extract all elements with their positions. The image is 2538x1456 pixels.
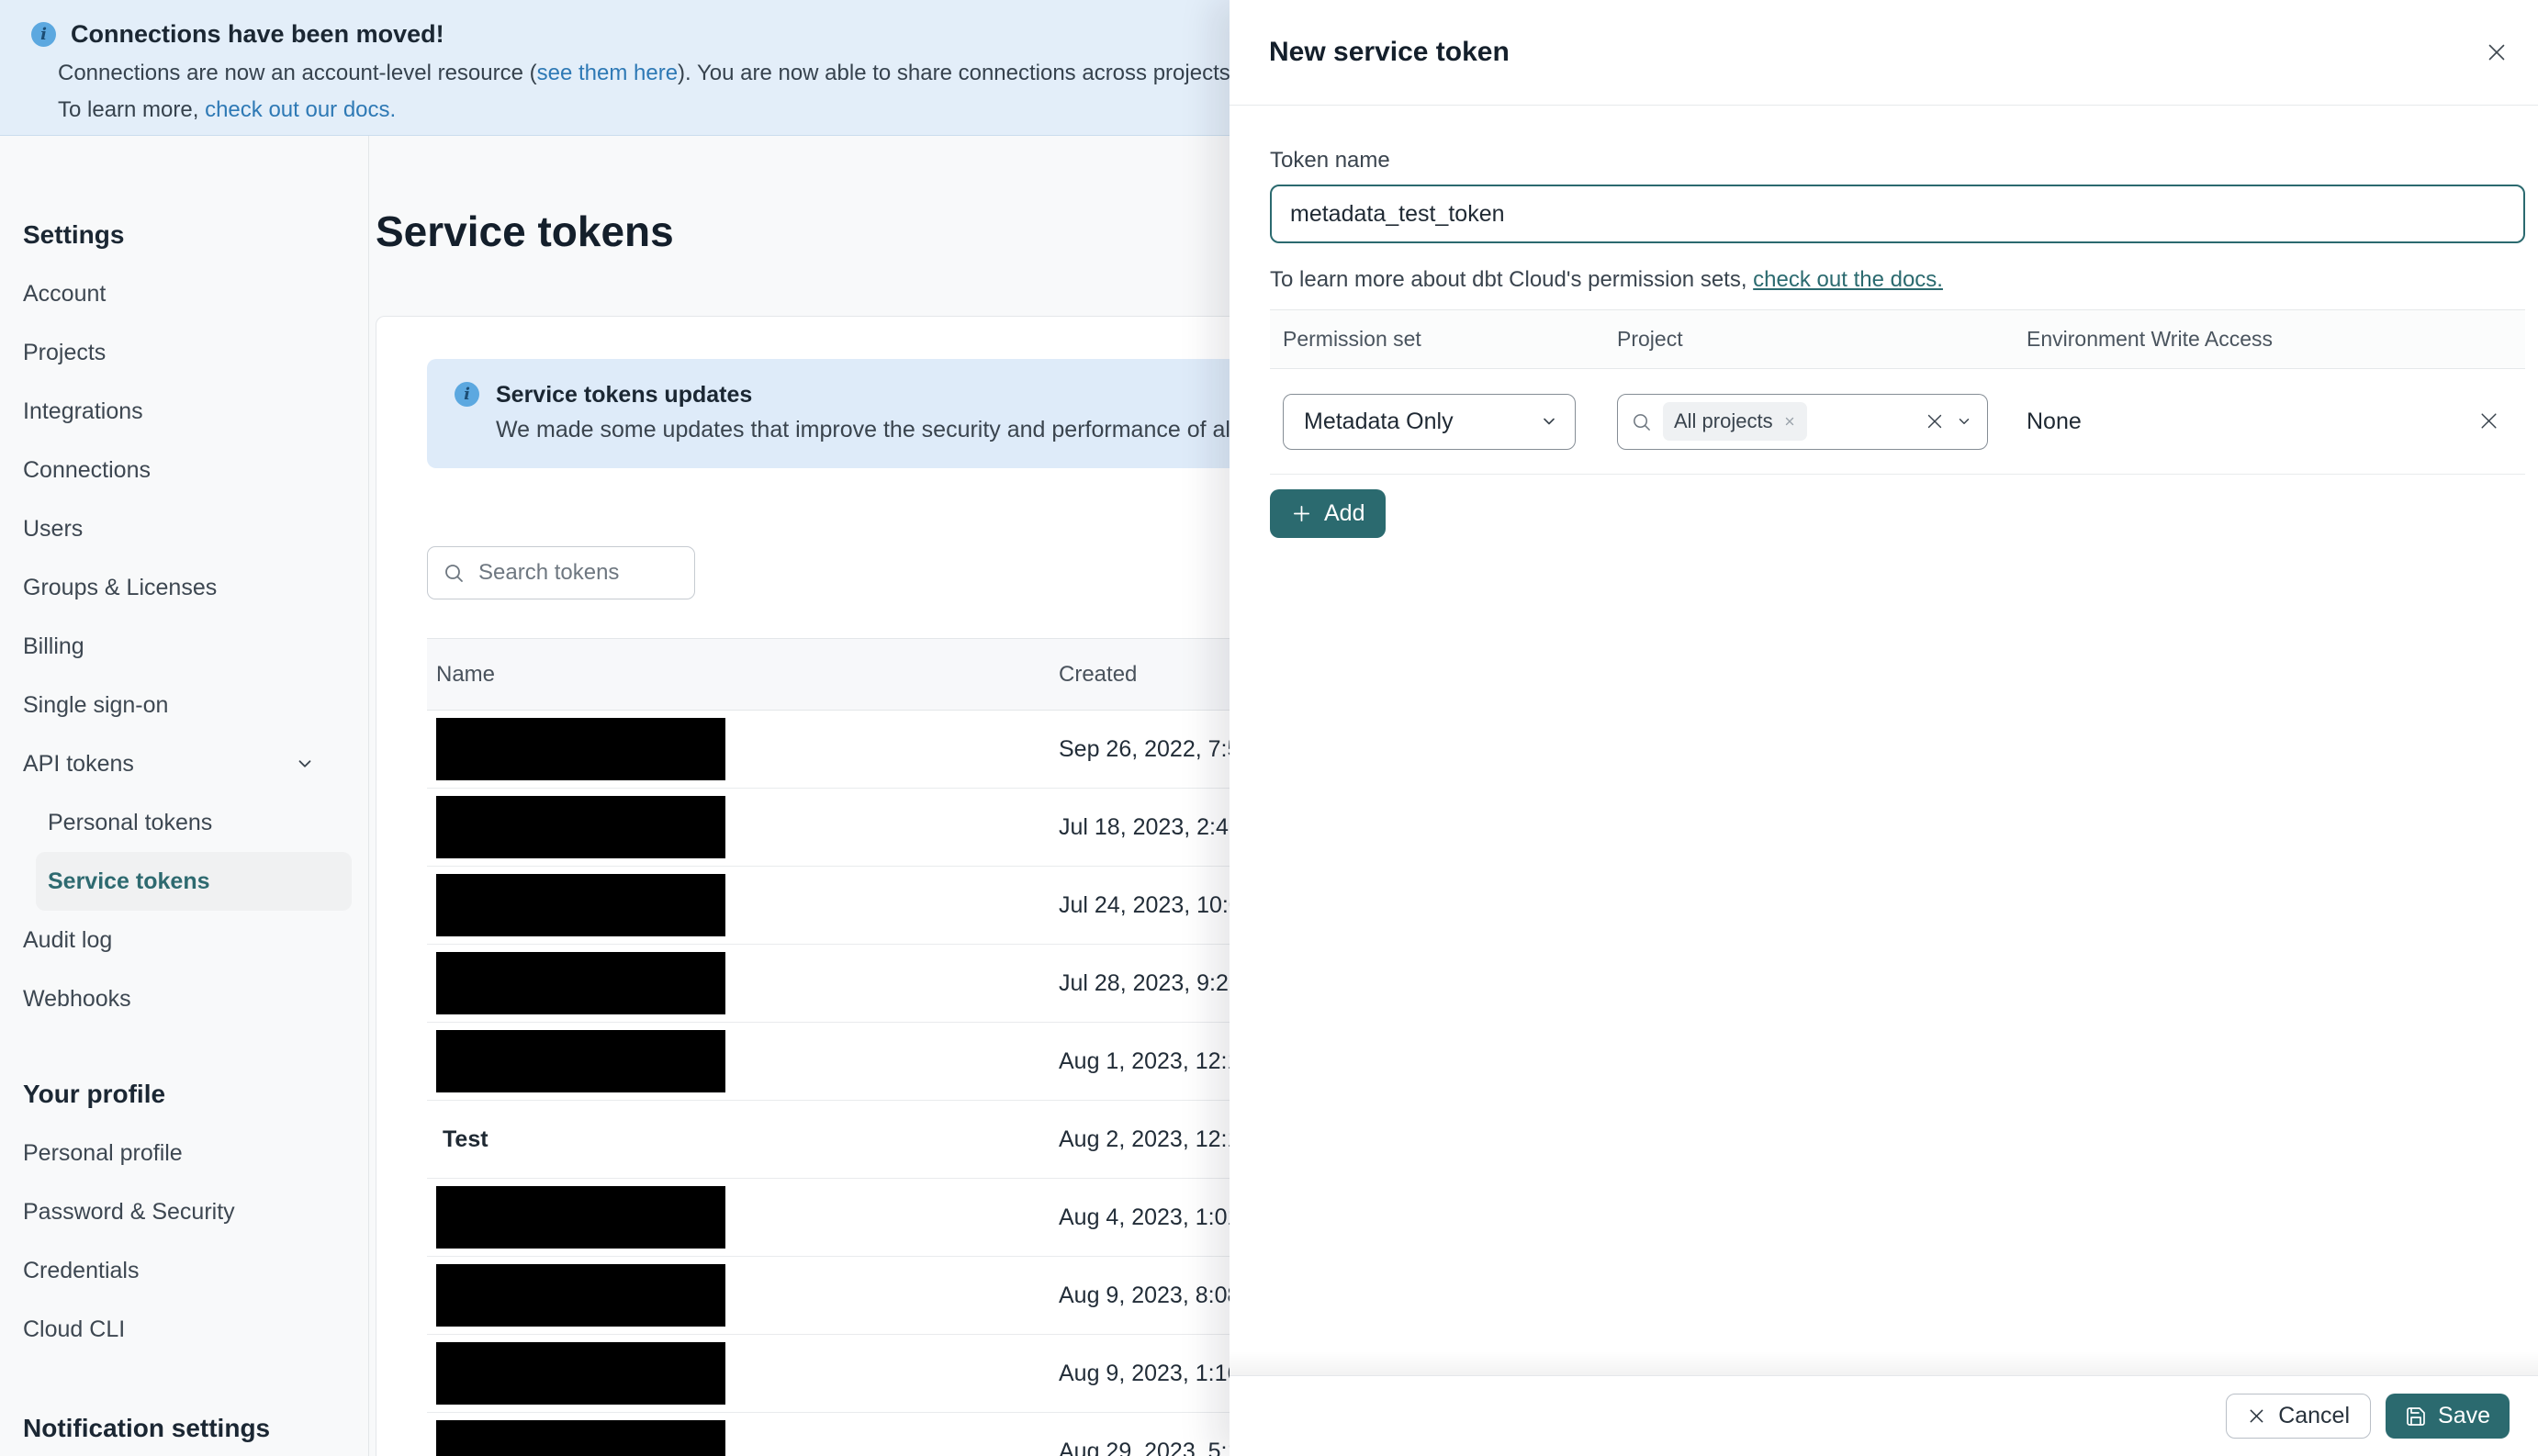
permission-row: Metadata Only All projects None [1270,369,2525,475]
search-icon [443,562,465,584]
redacted-name [436,1264,725,1327]
add-permission-button[interactable]: Add [1270,489,1387,538]
info-icon: i [31,22,56,47]
environment-write-access-value: None [2027,408,2082,434]
sidebar-item-billing[interactable]: Billing [23,617,368,676]
token-name-label: Token name [1270,148,1390,173]
search-tokens-input[interactable] [477,559,679,587]
permissions-table: Permission set Project Environment Write… [1270,309,2525,475]
chip-remove-icon[interactable] [1783,415,1796,428]
panel-footer: Cancel Save [1230,1351,2538,1456]
column-header-environment-write-access: Environment Write Access [2027,327,2274,351]
docs-text: To learn more about dbt Cloud's permissi… [1270,267,1754,292]
plus-icon [1291,503,1312,524]
banner-text: To learn more, [58,97,206,122]
remove-row-button[interactable] [2474,406,2504,436]
permission-set-select[interactable]: Metadata Only [1283,393,1576,450]
sidebar-item-audit-log[interactable]: Audit log [23,911,368,969]
sidebar-item-account[interactable]: Account [23,264,368,323]
new-service-token-panel: New service token Token name To learn mo… [1230,0,2538,1456]
sidebar-heading-your-profile: Your profile [23,1080,166,1108]
permissions-table-header: Permission set Project Environment Write… [1270,309,2525,369]
cancel-x-icon [2247,1406,2266,1426]
search-tokens-box [427,546,695,599]
banner-title: Connections have been moved! [71,20,444,48]
info-icon: i [455,382,479,407]
chevron-down-icon [295,754,315,774]
sidebar-item-cloud-cli[interactable]: Cloud CLI [23,1300,368,1359]
redacted-name [436,874,725,936]
sidebar-item-projects[interactable]: Projects [23,323,368,382]
column-header-project: Project [1617,327,1683,351]
sidebar-item-personal-tokens[interactable]: Personal tokens [36,793,368,852]
clear-selection-icon[interactable] [1925,411,1945,431]
project-multiselect[interactable]: All projects [1617,393,1988,450]
redacted-name [436,952,725,1014]
close-icon [2483,39,2510,66]
redacted-name [436,796,725,858]
sidebar-item-connections[interactable]: Connections [23,441,368,499]
chevron-down-icon[interactable] [1956,413,1972,430]
project-chip-label: All projects [1674,409,1773,432]
cancel-button[interactable]: Cancel [2226,1394,2372,1439]
sidebar-item-label: API tokens [23,750,134,777]
token-name: Test [443,1126,489,1152]
redacted-name [436,718,725,780]
search-icon [1631,411,1652,432]
remove-row-icon [2477,409,2500,432]
sidebar-item-groups-licenses[interactable]: Groups & Licenses [23,558,368,617]
panel-title: New service token [1269,37,1510,67]
see-them-here-link[interactable]: see them here [537,61,678,85]
project-chip: All projects [1663,402,1807,441]
sidebar-item-personal-profile[interactable]: Personal profile [23,1124,368,1182]
panel-header: New service token [1230,0,2538,106]
save-button[interactable]: Save [2386,1394,2510,1439]
column-header-permission-set: Permission set [1283,327,1421,351]
sidebar-heading-notification-settings: Notification settings [23,1414,271,1442]
redacted-name [436,1186,725,1249]
add-button-label: Add [1324,500,1365,526]
cancel-button-label: Cancel [2278,1403,2351,1428]
sidebar-heading-settings: Settings [23,220,125,249]
sidebar-item-users[interactable]: Users [23,499,368,558]
redacted-name [436,1342,725,1405]
sidebar-item-api-tokens[interactable]: API tokens [23,734,368,793]
token-name-input[interactable] [1270,185,2525,243]
redacted-name [436,1420,725,1456]
sidebar-item-single-sign-on[interactable]: Single sign-on [23,676,368,734]
chevron-down-icon [1540,412,1558,431]
sidebar-item-webhooks[interactable]: Webhooks [23,969,368,1028]
permission-set-value: Metadata Only [1304,408,1454,434]
sidebar-item-service-tokens[interactable]: Service tokens [36,852,352,911]
sidebar-item-integrations[interactable]: Integrations [23,382,368,441]
sidebar-item-password-security[interactable]: Password & Security [23,1182,368,1241]
sidebar-item-credentials[interactable]: Credentials [23,1241,368,1300]
check-out-the-docs-link[interactable]: check out the docs. [1753,267,1943,292]
settings-sidebar: Settings Account Projects Integrations C… [0,136,369,1456]
permission-docs-line: To learn more about dbt Cloud's permissi… [1270,267,2525,293]
save-floppy-icon [2405,1406,2427,1428]
check-out-our-docs-link[interactable]: check out our docs. [205,97,396,122]
banner-text: Connections are now an account-level res… [58,61,537,85]
close-panel-button[interactable] [2479,35,2514,70]
redacted-name [436,1030,725,1092]
save-button-label: Save [2438,1403,2490,1428]
column-header-name: Name [436,661,496,687]
